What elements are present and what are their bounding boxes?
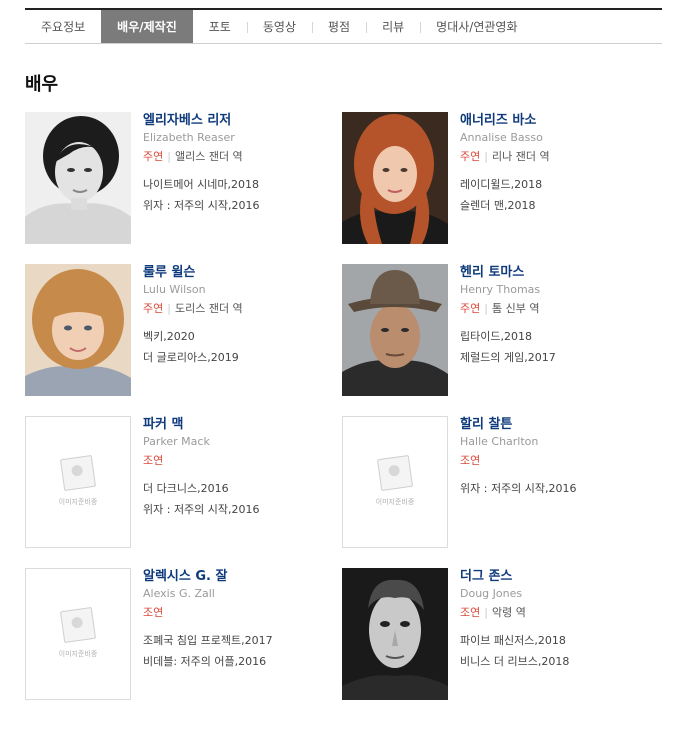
role-name: 도리스 잰더 역 (174, 302, 243, 315)
role-type: 조연 (460, 454, 481, 467)
role-line: 조연 (143, 605, 273, 621)
actor-name-ko[interactable]: 애너리즈 바소 (460, 113, 550, 129)
actor-card: 더그 존스 Doug Jones 조연 | 악령 역 파이브 패신저스,2018 비… (342, 568, 659, 720)
tab-review[interactable]: 리뷰 (366, 10, 420, 43)
actor-card: 이미지준비중 할리 찰튼 Halle Charlton 조연 위자 : 저주의 … (342, 416, 659, 568)
tab-main-info[interactable]: 주요정보 (25, 10, 101, 43)
photo-placeholder[interactable]: 이미지준비중 (25, 568, 131, 700)
actor-card: 이미지준비중 알렉시스 G. 잘 Alexis G. Zall 조연 조폐국 침… (25, 568, 342, 720)
role-line: 주연 | 톰 신부 역 (460, 302, 540, 315)
actor-grid: 엘리자베스 리저 Elizabeth Reaser 주연 | 앨리스 잰더 역 나이… (25, 112, 665, 720)
role-line: 조연 (460, 453, 577, 469)
actor-name-en: Parker Mack (143, 435, 210, 448)
work-item[interactable]: 슬렌더 맨,2018 (460, 195, 550, 216)
actor-name-ko[interactable]: 더그 존스 (460, 569, 569, 585)
photo-placeholder[interactable]: 이미지준비중 (342, 416, 448, 548)
actor-card: 엘리자베스 리저 Elizabeth Reaser 주연 | 앨리스 잰더 역 나이… (25, 112, 342, 264)
work-item[interactable]: 나이트메어 시네마,2018 (143, 174, 260, 195)
actor-photo[interactable] (25, 264, 131, 396)
filmography: 더 다크니스,2016 위자 : 저주의 시작,2016 (143, 478, 260, 520)
actor-name-en: Lulu Wilson (143, 283, 206, 296)
placeholder-text: 이미지준비중 (58, 498, 98, 506)
actor-name-en: Elizabeth Reaser (143, 131, 235, 144)
tab-cast-crew[interactable]: 배우/제작진 (101, 10, 193, 43)
work-item[interactable]: 위자 : 저주의 시작,2016 (143, 499, 260, 520)
filmography: 나이트메어 시네마,2018 위자 : 저주의 시작,2016 (143, 174, 260, 216)
actor-card: 룰루 윌슨 Lulu Wilson 주연 | 도리스 잰더 역 벡키,2020 더 … (25, 264, 342, 416)
actor-name-en: Annalise Basso (460, 131, 543, 144)
image-placeholder-icon (376, 454, 414, 492)
actor-photo[interactable] (342, 112, 448, 244)
work-item[interactable]: 위자 : 저주의 시작,2016 (460, 478, 577, 499)
tab-quotes-related[interactable]: 명대사/연관영화 (420, 10, 533, 43)
placeholder-text: 이미지준비중 (375, 498, 415, 506)
role-type: 주연 (143, 150, 164, 163)
filmography: 립타이드,2018 제럴드의 게임,2017 (460, 326, 556, 368)
actor-name-en: Henry Thomas (460, 283, 541, 296)
work-item[interactable]: 더 글로리아스,2019 (143, 347, 243, 368)
work-item[interactable]: 더 다크니스,2016 (143, 478, 260, 499)
tab-photo[interactable]: 포토 (193, 10, 247, 43)
role-type: 주연 (460, 302, 481, 315)
actor-name-ko[interactable]: 할리 찰튼 (460, 417, 577, 433)
role-line: 조연 (143, 453, 260, 469)
photo-placeholder[interactable]: 이미지준비중 (25, 416, 131, 548)
actor-name-ko[interactable]: 알렉시스 G. 잘 (143, 569, 273, 585)
role-name: 톰 신부 역 (491, 302, 540, 315)
actor-card: 애너리즈 바소 Annalise Basso 주연 | 리나 잰더 역 레이디윌드,… (342, 112, 659, 264)
actor-name-en: Alexis G. Zall (143, 587, 215, 600)
work-item[interactable]: 벡키,2020 (143, 326, 243, 347)
work-item[interactable]: 위자 : 저주의 시작,2016 (143, 195, 260, 216)
role-type: 주연 (143, 302, 164, 315)
actor-name-ko[interactable]: 엘리자베스 리저 (143, 113, 260, 129)
work-item[interactable]: 제럴드의 게임,2017 (460, 347, 556, 368)
role-line: 조연 | 악령 역 (460, 606, 526, 619)
actor-name-en: Doug Jones (460, 587, 523, 600)
work-item[interactable]: 조폐국 침입 프로젝트,2017 (143, 630, 273, 651)
role-line: 주연 | 앨리스 잰더 역 (143, 150, 243, 163)
work-item[interactable]: 립타이드,2018 (460, 326, 556, 347)
image-placeholder-icon (59, 606, 97, 644)
work-item[interactable]: 파이브 패신저스,2018 (460, 630, 569, 651)
role-line: 주연 | 리나 잰더 역 (460, 150, 550, 163)
tab-video[interactable]: 동영상 (246, 10, 312, 43)
role-type: 조연 (143, 606, 164, 619)
actor-name-ko[interactable]: 헨리 토마스 (460, 265, 556, 281)
placeholder-text: 이미지준비중 (58, 650, 98, 658)
role-name: 악령 역 (491, 606, 526, 619)
actor-name-ko[interactable]: 룰루 윌슨 (143, 265, 243, 281)
filmography: 레이디윌드,2018 슬렌더 맨,2018 (460, 174, 550, 216)
section-title: 배우 (25, 74, 59, 95)
filmography: 파이브 패신저스,2018 비니스 더 리브스,2018 (460, 630, 569, 672)
filmography: 조폐국 침입 프로젝트,2017 비데블: 저주의 어플,2016 (143, 630, 273, 672)
work-item[interactable]: 비데블: 저주의 어플,2016 (143, 651, 273, 672)
role-type: 주연 (460, 150, 481, 163)
tab-rating[interactable]: 평점 (311, 10, 366, 43)
role-name: 리나 잰더 역 (491, 150, 550, 163)
filmography: 위자 : 저주의 시작,2016 (460, 478, 577, 499)
role-name: 앨리스 잰더 역 (174, 150, 243, 163)
actor-name-en: Halle Charlton (460, 435, 539, 448)
role-type: 조연 (460, 606, 481, 619)
role-line: 주연 | 도리스 잰더 역 (143, 302, 243, 315)
filmography: 벡키,2020 더 글로리아스,2019 (143, 326, 243, 368)
actor-photo[interactable] (25, 112, 131, 244)
tab-bar: 주요정보 배우/제작진 포토 동영상 평점 리뷰 명대사/연관영화 (25, 8, 662, 44)
work-item[interactable]: 레이디윌드,2018 (460, 174, 550, 195)
actor-photo[interactable] (342, 568, 448, 700)
work-item[interactable]: 비니스 더 리브스,2018 (460, 651, 569, 672)
actor-name-ko[interactable]: 파커 맥 (143, 417, 260, 433)
actor-card: 헨리 토마스 Henry Thomas 주연 | 톰 신부 역 립타이드,2018 … (342, 264, 659, 416)
actor-card: 이미지준비중 파커 맥 Parker Mack 조연 더 다크니스,2016 위… (25, 416, 342, 568)
role-type: 조연 (143, 454, 164, 467)
actor-photo[interactable] (342, 264, 448, 396)
image-placeholder-icon (59, 454, 97, 492)
